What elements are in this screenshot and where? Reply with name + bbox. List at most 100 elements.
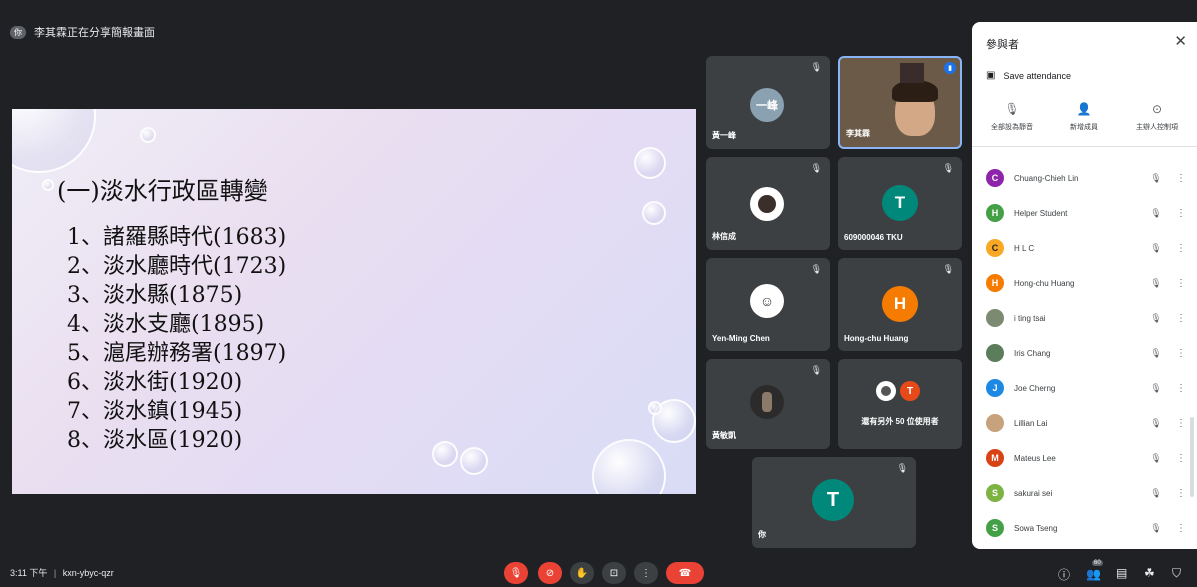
participant-avatar: C: [986, 169, 1004, 187]
more-icon[interactable]: ⋮: [1166, 208, 1186, 219]
more-icon[interactable]: ⋮: [1166, 173, 1186, 184]
more-icon[interactable]: ⋮: [1166, 278, 1186, 289]
participant-row[interactable]: Iris Chang 🎙 ⋮: [986, 343, 1186, 363]
chat-icon[interactable]: ▤: [1116, 566, 1127, 580]
participant-name: Sowa Tseng: [1014, 523, 1058, 533]
info-icon[interactable]: ⓘ: [1058, 566, 1070, 583]
participant-name: Joe Cherng: [1014, 383, 1056, 393]
mic-off-icon: 🎙: [810, 62, 822, 72]
participant-name: H L C: [1014, 243, 1035, 253]
participant-row[interactable]: S Sowa Tseng 🎙 ⋮: [986, 518, 1186, 538]
presentation-slide: (一)淡水行政區轉變 1、諸羅縣時代(1683) 2、淡水廳時代(1723) 3…: [12, 109, 696, 494]
participant-tile[interactable]: 🎙 T 609000046 TKU: [838, 157, 962, 250]
bubble-decor: [12, 109, 96, 173]
participant-tile[interactable]: 🎙 ☺ Yen-Ming Chen: [706, 258, 830, 351]
host-controls-button[interactable]: ⊙ 主辦人控制項: [1127, 102, 1187, 132]
hang-up-button[interactable]: ☎: [666, 562, 704, 584]
add-people-label: 新增成員: [1070, 124, 1098, 131]
mic-off-icon: 🎙: [942, 163, 954, 173]
calendar-icon: ▣: [986, 70, 996, 81]
participant-row[interactable]: J Joe Cherng 🎙 ⋮: [986, 378, 1186, 398]
video-feed: [900, 63, 924, 83]
mic-off-icon[interactable]: 🎙: [1146, 418, 1166, 429]
participant-tile[interactable]: 🎙 H Hong-chu Huang: [838, 258, 962, 351]
participant-tile[interactable]: 🎙 林信成: [706, 157, 830, 250]
participant-row[interactable]: S sakurai sei 🎙 ⋮: [986, 483, 1186, 503]
more-icon[interactable]: ⋮: [1166, 243, 1186, 254]
more-icon[interactable]: ⋮: [1166, 488, 1186, 499]
more-icon[interactable]: ⋮: [1166, 313, 1186, 324]
participant-row[interactable]: Lillian Lai 🎙 ⋮: [986, 413, 1186, 433]
more-icon[interactable]: ⋮: [1166, 348, 1186, 359]
avatar: [750, 187, 784, 221]
participant-row[interactable]: i ting tsai 🎙 ⋮: [986, 308, 1186, 328]
participant-count-badge: 60: [1092, 560, 1103, 566]
mic-off-icon[interactable]: 🎙: [1146, 488, 1166, 499]
tile-name: 李其霖: [846, 129, 870, 138]
participant-tile[interactable]: ▮ 李其霖: [838, 56, 962, 149]
mic-off-icon[interactable]: 🎙: [1146, 523, 1166, 534]
bubble-decor: [592, 439, 666, 494]
more-icon[interactable]: ⋮: [1166, 383, 1186, 394]
mic-off-icon[interactable]: 🎙: [1146, 383, 1166, 394]
close-icon[interactable]: ✕: [1174, 32, 1187, 50]
tile-name: 還有另外 50 位使用者: [861, 417, 939, 426]
participant-row[interactable]: H Hong-chu Huang 🎙 ⋮: [986, 273, 1186, 293]
divider: [972, 146, 1197, 147]
cam-off-icon: ⊘: [545, 567, 555, 579]
avatar: H: [882, 286, 918, 322]
self-tile[interactable]: 🎙 T 你: [752, 457, 916, 548]
slide-item: 7、淡水鎮(1945): [67, 399, 243, 424]
participant-row[interactable]: H Helper Student 🎙 ⋮: [986, 203, 1186, 223]
mic-toggle-button[interactable]: 🎙: [504, 562, 528, 584]
more-options-button[interactable]: ⋮: [634, 562, 658, 584]
shield-icon[interactable]: ⛉: [1172, 566, 1181, 581]
mic-off-icon[interactable]: 🎙: [1146, 278, 1166, 289]
slide-list: 1、諸羅縣時代(1683) 2、淡水廳時代(1723) 3、淡水縣(1875) …: [67, 223, 286, 455]
raise-hand-button[interactable]: ✋: [570, 562, 594, 584]
participant-avatar: H: [986, 274, 1004, 292]
tile-name: 你: [758, 530, 766, 539]
participant-avatar: M: [986, 449, 1004, 467]
save-attendance-button[interactable]: ▣ Save attendance: [986, 70, 1071, 81]
mic-off-icon[interactable]: 🎙: [1146, 208, 1166, 219]
people-button[interactable]: 60 👥: [1082, 560, 1108, 584]
more-icon[interactable]: ⋮: [1166, 453, 1186, 464]
bubble-decor: [42, 179, 54, 191]
hand-icon: ✋: [575, 567, 589, 579]
participant-tile[interactable]: 🎙 一峰 黃一峰: [706, 56, 830, 149]
presenter-bar: 你 李其霖正在分享簡報畫面: [10, 22, 155, 42]
participant-tile[interactable]: 🎙 黃敏凱: [706, 359, 830, 449]
mic-off-icon[interactable]: 🎙: [1146, 348, 1166, 359]
add-people-button[interactable]: 👤 新增成員: [1054, 102, 1114, 132]
participant-name: Mateus Lee: [1014, 453, 1056, 463]
more-participants-tile[interactable]: T 還有另外 50 位使用者: [838, 359, 962, 449]
mic-off-icon[interactable]: 🎙: [1146, 453, 1166, 464]
speaking-icon: ▮: [944, 62, 956, 74]
participant-row[interactable]: C Chuang-Chieh Lin 🎙 ⋮: [986, 168, 1186, 188]
slide-item: 3、淡水縣(1875): [67, 283, 243, 308]
participants-panel: 參與者 ✕ ▣ Save attendance 🎙 全部設為靜音 👤 新增成員 …: [972, 22, 1197, 549]
scrollbar[interactable]: [1190, 417, 1194, 497]
participant-avatar: [986, 414, 1004, 432]
mic-off-icon[interactable]: 🎙: [1146, 243, 1166, 254]
video-feed: [892, 80, 938, 102]
presenter-badge: 你: [10, 25, 26, 39]
mic-off-icon[interactable]: 🎙: [1146, 173, 1166, 184]
more-icon[interactable]: ⋮: [1166, 418, 1186, 429]
slide-title: (一)淡水行政區轉變: [57, 177, 268, 205]
camera-toggle-button[interactable]: ⊘: [538, 562, 562, 584]
slide-item: 5、滬尾辦務署(1897): [67, 341, 287, 366]
mic-off-icon[interactable]: 🎙: [1146, 313, 1166, 324]
participant-row[interactable]: M Mateus Lee 🎙 ⋮: [986, 448, 1186, 468]
activities-icon[interactable]: ☘: [1144, 566, 1155, 580]
participant-name: i ting tsai: [1014, 313, 1046, 323]
participant-row[interactable]: C H L C 🎙 ⋮: [986, 238, 1186, 258]
tile-name: Yen-Ming Chen: [712, 334, 770, 343]
participant-avatar: C: [986, 239, 1004, 257]
mute-all-button[interactable]: 🎙 全部設為靜音: [982, 102, 1042, 132]
present-icon: ⊡: [609, 567, 619, 579]
more-icon[interactable]: ⋮: [1166, 523, 1186, 534]
bubble-decor: [432, 441, 458, 467]
present-button[interactable]: ⊡: [602, 562, 626, 584]
